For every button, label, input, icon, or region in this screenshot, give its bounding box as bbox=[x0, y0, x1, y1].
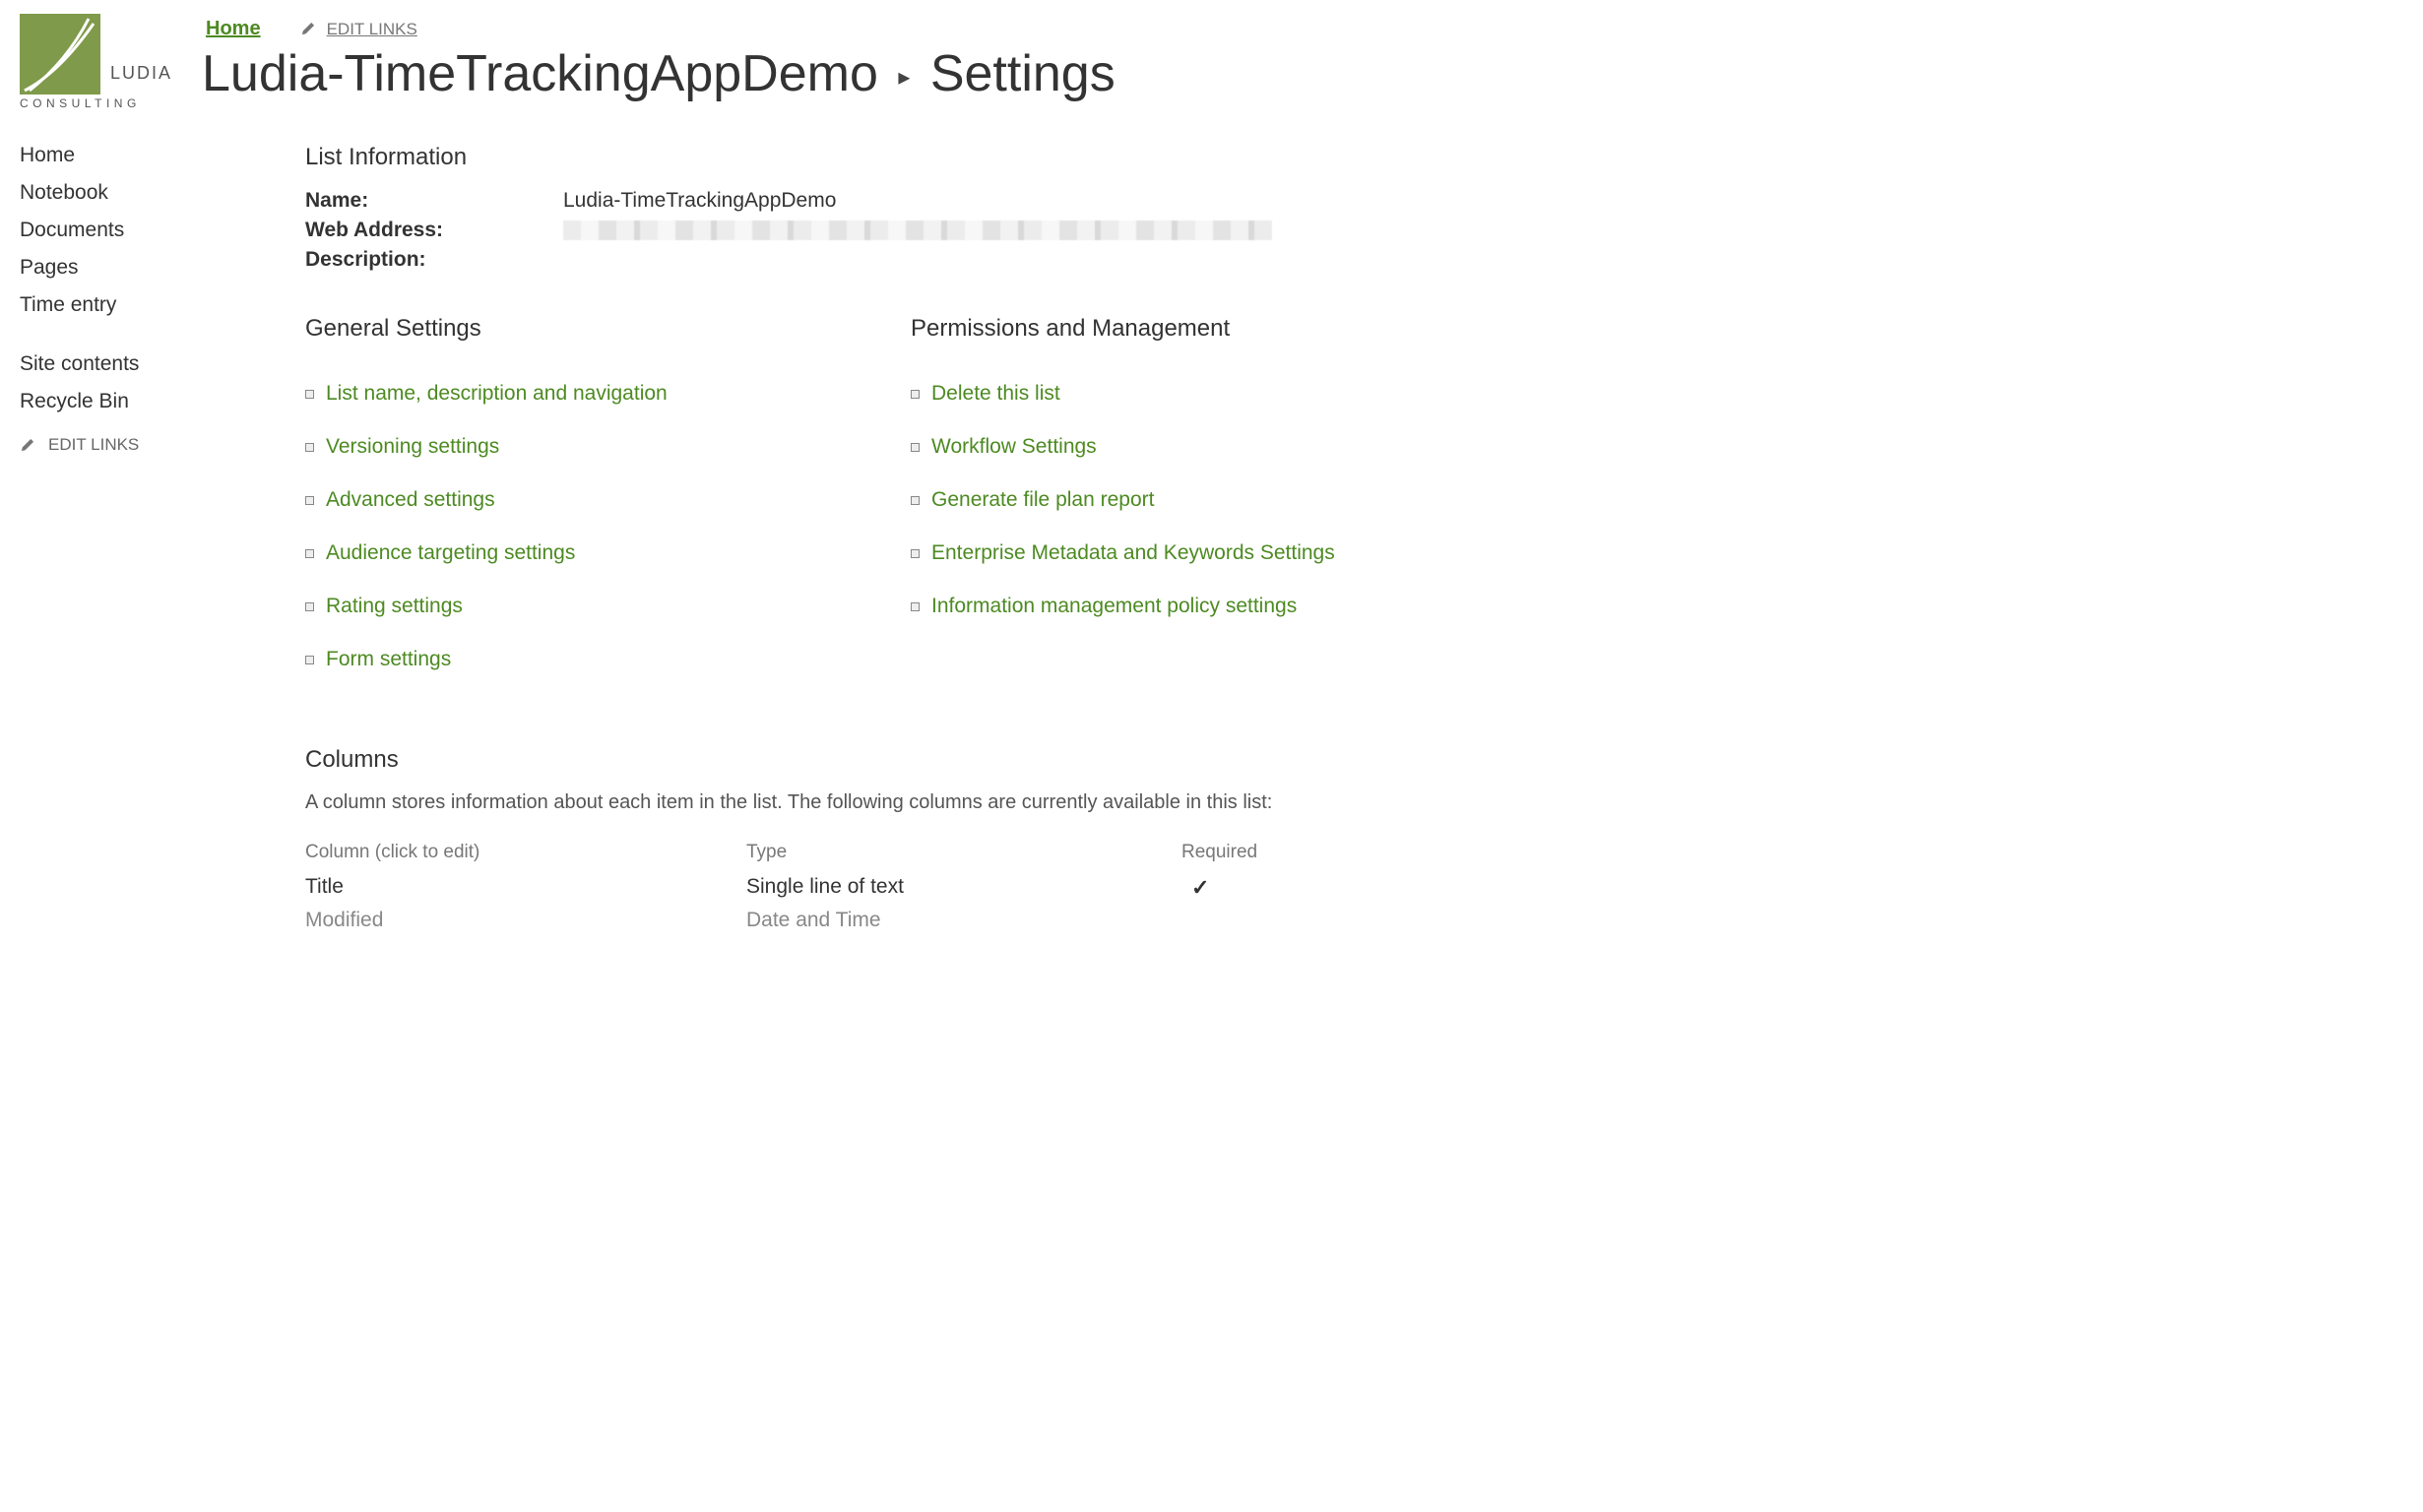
link-delete-list[interactable]: Delete this list bbox=[931, 382, 1060, 406]
list-information-heading: List Information bbox=[305, 144, 2403, 171]
title-suffix: Settings bbox=[930, 45, 1116, 102]
bullet-icon bbox=[911, 443, 920, 452]
logo-text-secondary: CONSULTING bbox=[20, 96, 141, 110]
link-file-plan-report[interactable]: Generate file plan report bbox=[931, 488, 1154, 512]
bullet-icon bbox=[911, 549, 920, 558]
col-header-column: Column (click to edit) bbox=[305, 842, 746, 863]
col-header-required: Required bbox=[1181, 842, 1260, 863]
column-row: Modified Date and Time bbox=[305, 909, 1260, 932]
topnav-edit-links[interactable]: EDIT LINKS bbox=[300, 20, 417, 39]
leftnav-item-recycle-bin[interactable]: Recycle Bin bbox=[20, 390, 305, 413]
link-info-mgmt-policy[interactable]: Information management policy settings bbox=[931, 595, 1297, 618]
topnav-home-link[interactable]: Home bbox=[206, 18, 261, 40]
leftnav-item-pages[interactable]: Pages bbox=[20, 256, 305, 280]
pencil-icon bbox=[20, 438, 34, 453]
description-label: Description: bbox=[305, 248, 563, 272]
page-title: Ludia-TimeTrackingAppDemo ▸ Settings bbox=[202, 44, 2403, 103]
link-enterprise-metadata[interactable]: Enterprise Metadata and Keywords Setting… bbox=[931, 541, 1335, 565]
column-row: Title Single line of text ✓ bbox=[305, 875, 1260, 901]
bullet-icon bbox=[305, 656, 314, 664]
bullet-icon bbox=[305, 496, 314, 505]
column-link-title[interactable]: Title bbox=[305, 875, 344, 898]
leftnav-edit-links[interactable]: EDIT LINKS bbox=[20, 435, 305, 455]
link-versioning-settings[interactable]: Versioning settings bbox=[326, 435, 499, 459]
leftnav-edit-links-label: EDIT LINKS bbox=[48, 435, 139, 455]
col-header-type: Type bbox=[746, 842, 1181, 863]
link-form-settings[interactable]: Form settings bbox=[326, 648, 451, 671]
leftnav-item-documents[interactable]: Documents bbox=[20, 219, 305, 242]
link-advanced-settings[interactable]: Advanced settings bbox=[326, 488, 495, 512]
list-name-value: Ludia-TimeTrackingAppDemo bbox=[563, 189, 836, 213]
bullet-icon bbox=[911, 496, 920, 505]
columns-heading: Columns bbox=[305, 746, 2403, 774]
leftnav-item-notebook[interactable]: Notebook bbox=[20, 181, 305, 205]
column-link-modified[interactable]: Modified bbox=[305, 909, 383, 931]
pencil-icon bbox=[300, 22, 315, 36]
link-rating-settings[interactable]: Rating settings bbox=[326, 595, 463, 618]
logo-text-primary: LUDIA bbox=[110, 63, 172, 84]
column-required-empty bbox=[1181, 909, 1260, 932]
bullet-icon bbox=[911, 602, 920, 611]
web-address-value-redacted bbox=[563, 220, 1272, 240]
permissions-heading: Permissions and Management bbox=[911, 315, 1516, 343]
bullet-icon bbox=[911, 390, 920, 399]
link-list-name-desc-nav[interactable]: List name, description and navigation bbox=[326, 382, 668, 406]
leftnav-item-site-contents[interactable]: Site contents bbox=[20, 352, 305, 376]
leftnav-item-home[interactable]: Home bbox=[20, 144, 305, 167]
left-navigation: Home Notebook Documents Pages Time entry… bbox=[20, 144, 305, 940]
bullet-icon bbox=[305, 390, 314, 399]
check-icon: ✓ bbox=[1181, 875, 1209, 900]
topnav-edit-links-label: EDIT LINKS bbox=[327, 20, 417, 39]
site-logo[interactable]: LUDIA CONSULTING bbox=[20, 14, 182, 108]
list-name-label: Name: bbox=[305, 189, 563, 213]
bullet-icon bbox=[305, 443, 314, 452]
column-type: Single line of text bbox=[746, 875, 1181, 901]
general-settings-heading: General Settings bbox=[305, 315, 911, 343]
bullet-icon bbox=[305, 549, 314, 558]
title-list-name: Ludia-TimeTrackingAppDemo bbox=[202, 45, 878, 102]
column-type: Date and Time bbox=[746, 909, 1181, 932]
web-address-label: Web Address: bbox=[305, 219, 563, 242]
leftnav-item-time-entry[interactable]: Time entry bbox=[20, 293, 305, 317]
bullet-icon bbox=[305, 602, 314, 611]
link-workflow-settings[interactable]: Workflow Settings bbox=[931, 435, 1097, 459]
link-audience-targeting[interactable]: Audience targeting settings bbox=[326, 541, 575, 565]
columns-description: A column stores information about each i… bbox=[305, 791, 2403, 814]
breadcrumb-arrow-icon: ▸ bbox=[892, 64, 916, 91]
